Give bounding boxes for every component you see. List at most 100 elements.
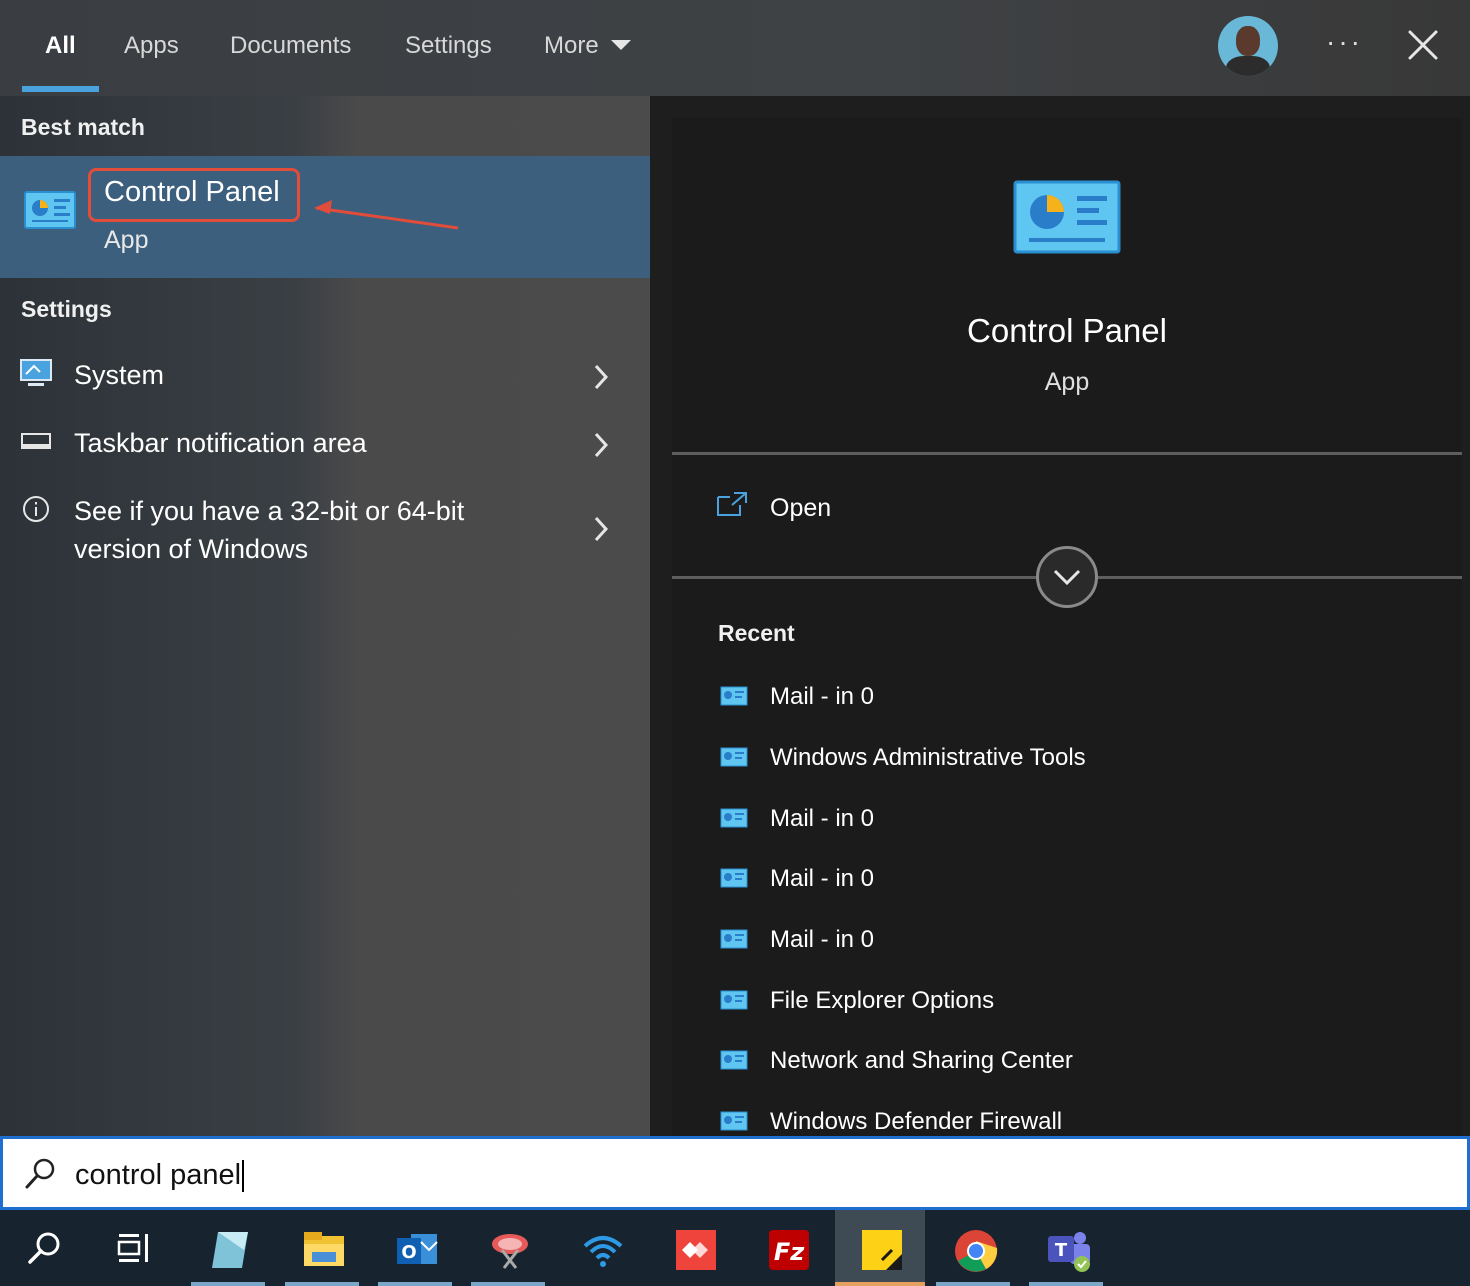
recent-item[interactable]: File Explorer Options <box>672 984 1462 1028</box>
taskbar-snipping[interactable] <box>463 1210 553 1286</box>
sticky-notes-icon <box>862 1230 902 1270</box>
snipping-tool-icon <box>492 1234 528 1269</box>
search-input[interactable]: control panel <box>75 1157 245 1193</box>
svg-text:T: T <box>1055 1240 1068 1261</box>
taskbar-chrome[interactable] <box>928 1210 1018 1286</box>
settings-item-label: See if you have a 32-bit or 64-bit <box>74 496 465 526</box>
recent-item-label: Windows Administrative Tools <box>770 744 1086 771</box>
recent-item-label: Mail - in 0 <box>770 926 875 953</box>
recent-item[interactable]: Windows Defender Firewall <box>672 1105 1462 1136</box>
detail-subtitle: App <box>1044 368 1090 396</box>
tab-all[interactable]: All <box>45 30 76 66</box>
taskbar: O Fz T <box>0 1210 1470 1286</box>
settings-item-label: Taskbar notification area <box>74 428 367 458</box>
detail-title: Control Panel <box>967 312 1167 349</box>
search-box[interactable]: control panel <box>0 1136 1470 1210</box>
app-icon <box>212 1232 248 1268</box>
chevron-down-icon <box>1053 569 1081 586</box>
taskbar-teams[interactable]: T <box>1021 1210 1111 1286</box>
detail-panel: Control Panel App Open Recent Mail - in … <box>650 96 1470 1138</box>
control-panel-icon <box>720 686 748 706</box>
settings-heading: Settings <box>21 296 112 322</box>
control-panel-icon <box>720 808 748 828</box>
filezilla-icon: Fz <box>769 1230 809 1270</box>
user-avatar[interactable] <box>1218 16 1278 76</box>
control-panel-icon <box>1013 180 1121 254</box>
detail-card: Control Panel App Open Recent Mail - in … <box>672 118 1462 1138</box>
control-panel-icon <box>720 747 748 767</box>
info-icon <box>23 496 49 522</box>
settings-item-taskbar[interactable]: Taskbar notification area <box>0 418 650 468</box>
file-explorer-icon <box>304 1232 344 1266</box>
control-panel-icon <box>24 191 76 229</box>
settings-item-system[interactable]: System <box>0 350 650 400</box>
chevron-right-icon <box>594 432 609 458</box>
taskbar-file-explorer[interactable] <box>277 1210 367 1286</box>
tab-more[interactable]: More <box>544 30 631 66</box>
taskbar-anydesk[interactable] <box>649 1210 739 1286</box>
best-match-subtitle: App <box>104 226 149 254</box>
recent-heading: Recent <box>718 620 795 646</box>
svg-text:O: O <box>401 1242 416 1263</box>
search-input-value: control panel <box>75 1159 242 1191</box>
text-caret <box>242 1160 245 1193</box>
anydesk-icon <box>676 1230 716 1270</box>
taskbar-filezilla[interactable]: Fz <box>742 1210 832 1286</box>
annotation-arrow <box>314 200 459 230</box>
best-match-title: Control Panel <box>104 176 280 208</box>
taskbar-sticky-notes[interactable] <box>835 1210 925 1286</box>
settings-item-label-line2: version of Windows <box>74 534 309 564</box>
recent-item[interactable]: Mail - in 0 <box>672 680 1462 724</box>
recent-item-label: File Explorer Options <box>770 987 995 1014</box>
active-tab-indicator <box>22 86 99 92</box>
recent-item[interactable]: Mail - in 0 <box>672 923 1462 967</box>
settings-item-label: System <box>74 360 165 390</box>
outlook-icon: O <box>397 1234 438 1264</box>
taskbar-app-1[interactable] <box>183 1210 273 1286</box>
chevron-right-icon <box>594 516 609 542</box>
control-panel-icon <box>720 1111 748 1131</box>
chevron-right-icon <box>594 364 609 390</box>
svg-text:Fz: Fz <box>774 1238 805 1266</box>
recent-item-label: Mail - in 0 <box>770 683 875 710</box>
recent-item[interactable]: Mail - in 0 <box>672 862 1462 906</box>
control-panel-icon <box>720 1050 748 1070</box>
taskbar-outlook[interactable]: O <box>370 1210 460 1286</box>
ellipsis-icon[interactable]: ··· <box>1326 26 1363 58</box>
tab-settings[interactable]: Settings <box>405 30 492 66</box>
open-icon <box>717 492 747 516</box>
taskbar-icon <box>21 433 51 449</box>
task-view-icon <box>117 1234 148 1262</box>
tab-apps[interactable]: Apps <box>124 30 179 66</box>
control-panel-icon <box>720 868 748 888</box>
recent-item[interactable]: Network and Sharing Center <box>672 1044 1462 1088</box>
recent-item[interactable]: Windows Administrative Tools <box>672 741 1462 785</box>
search-tabs-bar: All Apps Documents Settings More ··· <box>0 0 1470 96</box>
control-panel-icon <box>720 990 748 1010</box>
expand-button[interactable] <box>1036 546 1098 608</box>
control-panel-icon <box>720 929 748 949</box>
recent-item-label: Mail - in 0 <box>770 865 875 892</box>
recent-item[interactable]: Mail - in 0 <box>672 802 1462 846</box>
chrome-icon <box>955 1230 998 1272</box>
close-icon[interactable] <box>1406 28 1440 62</box>
teams-icon: T <box>1048 1232 1090 1272</box>
tab-more-label: More <box>544 32 599 59</box>
settings-item-bitness[interactable]: See if you have a 32-bit or 64-bit versi… <box>0 486 650 576</box>
recent-item-label: Network and Sharing Center <box>770 1047 1073 1074</box>
taskbar-wifi[interactable] <box>556 1210 646 1286</box>
taskbar-task-view[interactable] <box>90 1210 180 1286</box>
divider <box>672 452 1462 455</box>
best-match-heading: Best match <box>21 114 145 140</box>
taskbar-search-button[interactable] <box>0 1210 90 1286</box>
results-panel: Best match Control Panel App Settings Sy… <box>0 96 650 1136</box>
search-icon <box>28 1232 60 1264</box>
wifi-icon <box>583 1236 623 1267</box>
recent-item-label: Mail - in 0 <box>770 805 875 832</box>
open-label: Open <box>770 494 832 522</box>
recent-item-label: Windows Defender Firewall <box>770 1108 1063 1135</box>
search-icon <box>25 1158 55 1189</box>
caret-down-icon <box>610 39 631 50</box>
tab-documents[interactable]: Documents <box>230 30 351 66</box>
monitor-icon <box>20 359 52 386</box>
